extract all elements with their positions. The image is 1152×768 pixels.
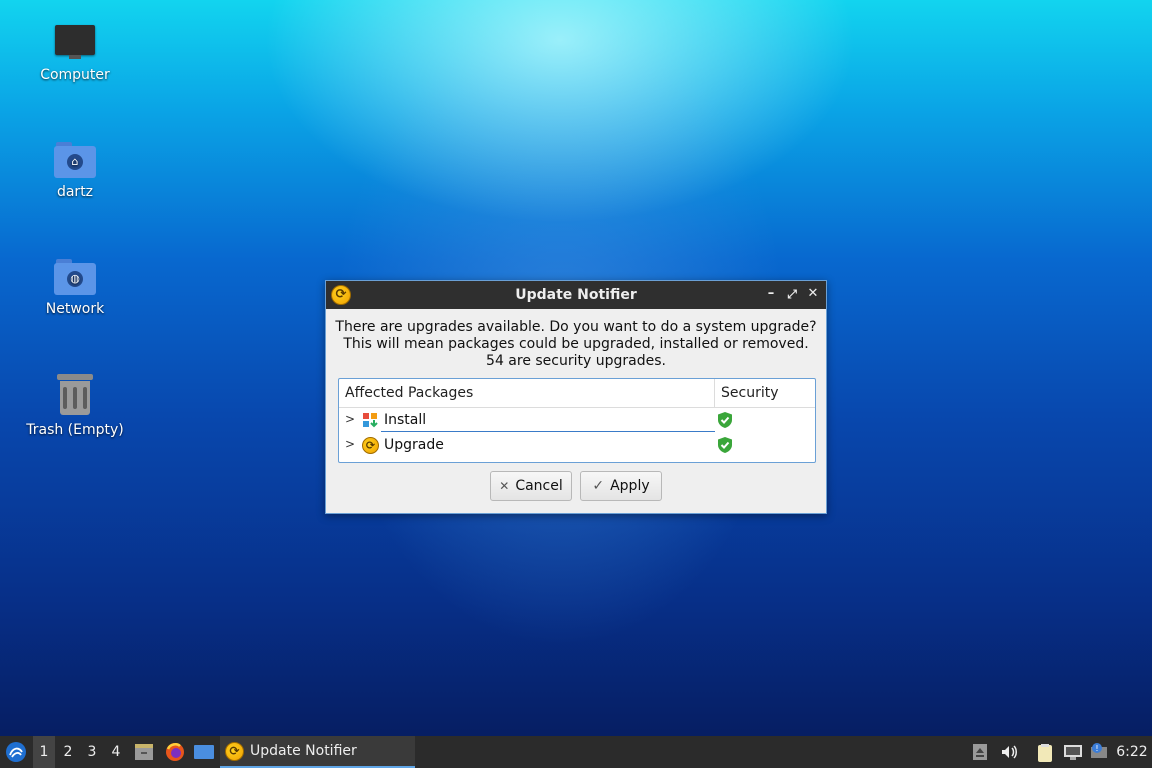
shield-check-icon — [717, 411, 733, 433]
check-icon: ✓ — [592, 478, 605, 494]
network-folder-icon: ◍ — [54, 259, 96, 295]
eject-icon[interactable] — [972, 743, 990, 761]
desktop-icon — [194, 745, 214, 759]
workspace-3[interactable]: 3 — [81, 736, 103, 768]
close-icon: ✕ — [499, 479, 510, 493]
workspace-2[interactable]: 2 — [57, 736, 79, 768]
maximize-button[interactable]: ⤢ — [783, 285, 801, 303]
desktop-icon-trash[interactable]: Trash (Empty) — [20, 374, 130, 438]
taskbar-item-update-notifier[interactable]: Update Notifier — [220, 736, 415, 768]
close-button[interactable]: ✕ — [804, 285, 822, 303]
dialog-titlebar[interactable]: Update Notifier – ⤢ ✕ — [326, 281, 826, 309]
tree-row-install[interactable]: > Install — [339, 408, 815, 433]
desktop-icon-label: Computer — [40, 67, 110, 83]
desktop-icon-label: dartz — [56, 184, 94, 200]
column-header-packages[interactable]: Affected Packages — [345, 385, 473, 401]
shield-check-icon — [717, 436, 733, 458]
install-package-icon — [362, 412, 378, 432]
upgrade-package-icon — [362, 437, 379, 454]
message-line: This will mean packages could be upgrade… — [343, 336, 809, 352]
minimize-button[interactable]: – — [762, 285, 780, 303]
volume-icon[interactable] — [1000, 743, 1018, 761]
show-desktop-button[interactable] — [193, 736, 215, 768]
update-notifier-dialog: Update Notifier – ⤢ ✕ There are upgrades… — [325, 280, 827, 514]
update-notifier-icon — [225, 741, 244, 761]
apply-label: Apply — [610, 478, 650, 494]
desktop-icon-home[interactable]: ⌂ dartz — [20, 142, 130, 200]
cancel-button[interactable]: ✕ Cancel — [490, 471, 572, 501]
start-menu-button[interactable] — [2, 736, 30, 768]
computer-icon — [55, 25, 95, 61]
home-folder-icon: ⌂ — [54, 142, 96, 178]
row-label: Upgrade — [384, 437, 444, 453]
workspace-1[interactable]: 1 — [33, 736, 55, 768]
firefox-icon — [166, 743, 184, 761]
notification-icon[interactable]: ! — [1090, 743, 1108, 761]
file-manager-launcher[interactable] — [133, 736, 155, 768]
desktop-icon-label: Network — [45, 301, 105, 317]
clipboard-icon[interactable] — [1036, 743, 1054, 762]
message-line: 54 are security upgrades. — [486, 353, 666, 369]
trash-icon — [57, 374, 93, 416]
file-manager-icon — [135, 744, 153, 760]
dialog-title: Update Notifier — [515, 287, 637, 303]
column-header-security[interactable]: Security — [721, 385, 779, 401]
network-icon[interactable] — [1063, 743, 1082, 761]
desktop-icon-computer[interactable]: Computer — [20, 25, 130, 83]
desktop-icon-network[interactable]: ◍ Network — [20, 259, 130, 317]
svg-text:!: ! — [1095, 744, 1098, 753]
expand-arrow-icon[interactable]: > — [345, 437, 355, 451]
cancel-label: Cancel — [515, 478, 563, 494]
workspace-4[interactable]: 4 — [105, 736, 127, 768]
task-label: Update Notifier — [250, 743, 357, 759]
taskbar: 1 2 3 4 Update Notifier ! 6:22 — [0, 736, 1152, 768]
dialog-message: There are upgrades available. Do you wan… — [326, 319, 826, 370]
clock[interactable]: 6:22 — [1112, 736, 1152, 768]
expand-arrow-icon[interactable]: > — [345, 412, 355, 426]
tree-row-upgrade[interactable]: > Upgrade — [339, 433, 815, 458]
desktop-icon-label: Trash (Empty) — [26, 422, 124, 438]
message-line: There are upgrades available. Do you wan… — [335, 319, 817, 335]
row-label: Install — [384, 412, 427, 428]
lubuntu-logo-icon — [6, 742, 26, 762]
firefox-launcher[interactable] — [164, 736, 186, 768]
packages-tree[interactable]: Affected Packages Security > Install > U… — [338, 378, 816, 463]
tree-header: Affected Packages Security — [339, 379, 815, 408]
apply-button[interactable]: ✓ Apply — [580, 471, 662, 501]
